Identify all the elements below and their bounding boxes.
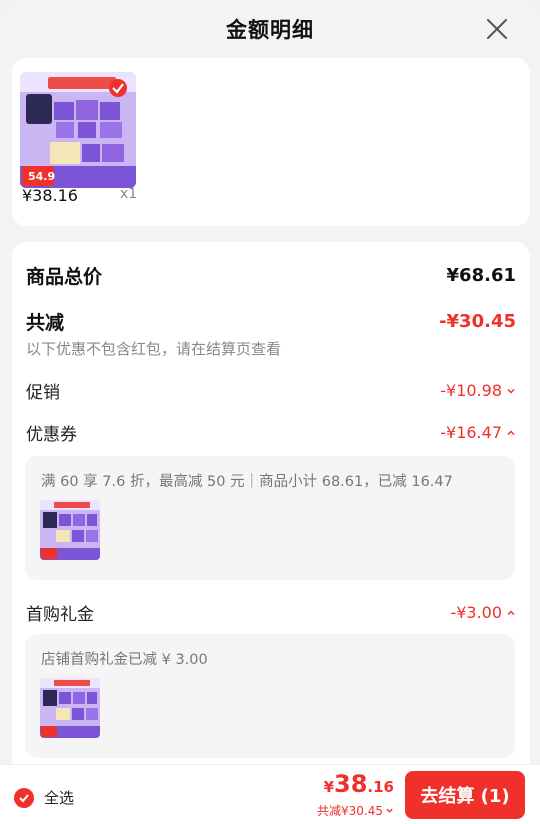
price-detail-card: 商品总价 ¥68.61 共减 -¥30.45 以下优惠不包含红包，请在结算页查看…: [12, 242, 530, 782]
promo-row[interactable]: 促销 -¥10.98: [26, 378, 516, 403]
discount-value: -¥30.45: [439, 311, 516, 332]
sheet-title: 金额明细: [226, 18, 314, 42]
price-integer: 38: [334, 770, 368, 798]
image-price-badge: 54.9: [28, 170, 56, 183]
checkout-bar: 全选 ¥38.16 共减¥30.45 去结算 (1): [0, 764, 540, 824]
coupon-detail-box: 满 60 享 7.6 折，最高减 50 元｜商品小计 68.61，已减 16.4…: [25, 456, 515, 580]
saved-summary[interactable]: 共减¥30.45: [317, 802, 394, 819]
total-value: ¥68.61: [446, 265, 516, 286]
final-price: ¥38.16: [317, 771, 394, 800]
discount-label: 共减: [26, 312, 65, 334]
close-button[interactable]: [484, 16, 510, 42]
first-gift-row[interactable]: 首购礼金 -¥3.00: [26, 600, 516, 625]
promo-label: 促销: [26, 383, 60, 403]
first-gift-detail-text: 店铺首购礼金已减 ¥ 3.00: [41, 652, 208, 668]
close-icon: [487, 19, 507, 39]
discount-note: 以下优惠不包含红包，请在结算页查看: [26, 340, 282, 358]
price-decimal: .16: [367, 778, 394, 796]
first-gift-detail-box: 店铺首购礼金已减 ¥ 3.00: [25, 634, 515, 758]
sheet-header: 金额明细: [0, 0, 540, 58]
select-all-toggle[interactable]: 全选: [14, 787, 74, 808]
coupon-label: 优惠券: [26, 425, 77, 445]
product-price: ¥38.16: [22, 186, 78, 205]
coupon-row[interactable]: 优惠券 -¥16.47: [26, 420, 516, 445]
discount-row: 共减 -¥30.45: [26, 308, 516, 335]
checkout-button[interactable]: 去结算 (1): [405, 771, 525, 819]
first-gift-label: 首购礼金: [26, 605, 94, 625]
first-gift-value: -¥3.00: [450, 603, 502, 622]
chevron-down-icon: [507, 388, 515, 394]
chevron-up-icon: [507, 609, 515, 615]
products-card: 54.9 ¥38.16 x1: [12, 58, 530, 226]
product-quantity: x1: [120, 186, 138, 202]
chevron-down-icon: [386, 808, 393, 813]
promo-value: -¥10.98: [440, 381, 502, 400]
chevron-up-icon: [507, 429, 515, 435]
total-summary: ¥38.16 共减¥30.45: [317, 771, 394, 819]
coupon-product-thumbnail: [40, 500, 100, 560]
coupon-value: -¥16.47: [440, 423, 502, 442]
total-row: 商品总价 ¥68.61: [26, 262, 516, 289]
checkbox-checked-icon[interactable]: [14, 787, 34, 808]
amount-detail-sheet: 金额明细 54.9 ¥38.16 x1 商品总价 ¥68.61 共减 -¥30.…: [0, 0, 540, 824]
select-all-label: 全选: [44, 789, 75, 807]
first-gift-product-thumbnail: [40, 678, 100, 738]
total-label: 商品总价: [26, 266, 103, 288]
product-image[interactable]: 54.9: [20, 72, 136, 188]
coupon-detail-text: 满 60 享 7.6 折，最高减 50 元｜商品小计 68.61，已减 16.4…: [41, 474, 453, 490]
saved-text: 共减¥30.45: [317, 804, 383, 818]
currency-symbol: ¥: [323, 778, 335, 796]
